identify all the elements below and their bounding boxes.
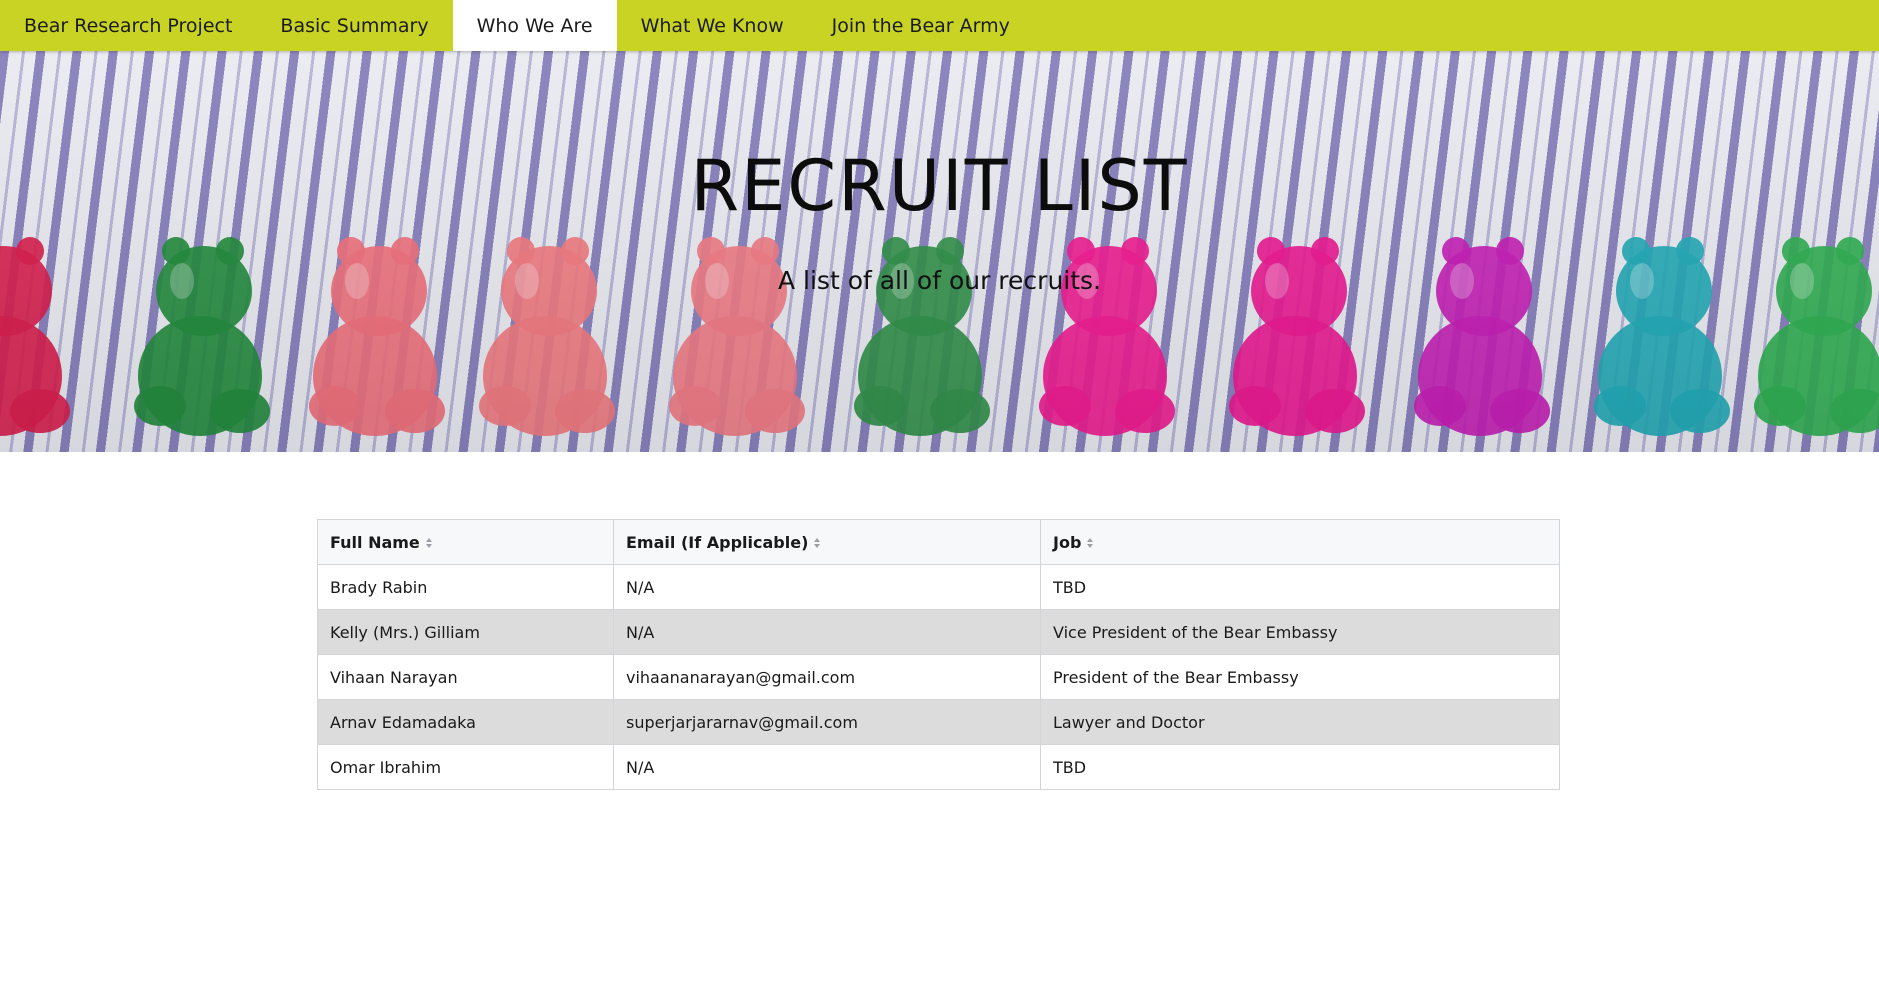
- column-header-label: Full Name: [330, 532, 420, 552]
- column-header-full-name[interactable]: Full Name: [317, 519, 614, 565]
- column-header-label: Email (If Applicable): [626, 532, 809, 552]
- table-row: Kelly (Mrs.) Gilliam N/A Vice President …: [317, 609, 1560, 655]
- hero-shade: [0, 51, 1879, 452]
- cell-email: vihaananarayan@gmail.com: [613, 654, 1041, 700]
- cell-job: Vice President of the Bear Embassy: [1040, 609, 1560, 655]
- nav-item-who-we-are[interactable]: Who We Are: [452, 0, 617, 51]
- cell-email: N/A: [613, 609, 1041, 655]
- table-row: Omar Ibrahim N/A TBD: [317, 744, 1560, 790]
- table-row: Brady Rabin N/A TBD: [317, 564, 1560, 610]
- cell-email: N/A: [613, 744, 1041, 790]
- nav-item-join-the-bear-army[interactable]: Join the Bear Army: [808, 0, 1034, 51]
- cell-job: President of the Bear Embassy: [1040, 654, 1560, 700]
- column-header-label: Job: [1053, 532, 1082, 552]
- cell-email: superjarjararnav@gmail.com: [613, 699, 1041, 745]
- table-header-row: Full Name Email (If Applicable) Job: [317, 519, 1560, 565]
- recruit-table-container: Full Name Email (If Applicable) Job Brad…: [317, 519, 1560, 790]
- column-header-job[interactable]: Job: [1040, 519, 1560, 565]
- page-title: RECRUIT LIST: [690, 145, 1189, 227]
- hero-banner: RECRUIT LIST A list of all of our recrui…: [0, 51, 1879, 452]
- recruit-table: Full Name Email (If Applicable) Job Brad…: [317, 519, 1560, 790]
- cell-full-name: Omar Ibrahim: [317, 744, 614, 790]
- table-row: Vihaan Narayan vihaananarayan@gmail.com …: [317, 654, 1560, 700]
- sort-icon: [814, 538, 821, 548]
- cell-email: N/A: [613, 564, 1041, 610]
- nav-item-bear-research-project[interactable]: Bear Research Project: [0, 0, 256, 51]
- sort-icon: [1087, 538, 1094, 548]
- cell-job: Lawyer and Doctor: [1040, 699, 1560, 745]
- page-subtitle: A list of all of our recruits.: [777, 266, 1102, 295]
- top-navbar: Bear Research Project Basic Summary Who …: [0, 0, 1879, 51]
- cell-full-name: Vihaan Narayan: [317, 654, 614, 700]
- nav-item-what-we-know[interactable]: What We Know: [617, 0, 808, 51]
- table-row: Arnav Edamadaka superjarjararnav@gmail.c…: [317, 699, 1560, 745]
- sort-icon: [425, 538, 432, 548]
- cell-job: TBD: [1040, 564, 1560, 610]
- cell-full-name: Arnav Edamadaka: [317, 699, 614, 745]
- cell-full-name: Kelly (Mrs.) Gilliam: [317, 609, 614, 655]
- nav-item-basic-summary[interactable]: Basic Summary: [256, 0, 452, 51]
- cell-full-name: Brady Rabin: [317, 564, 614, 610]
- column-header-email[interactable]: Email (If Applicable): [613, 519, 1041, 565]
- cell-job: TBD: [1040, 744, 1560, 790]
